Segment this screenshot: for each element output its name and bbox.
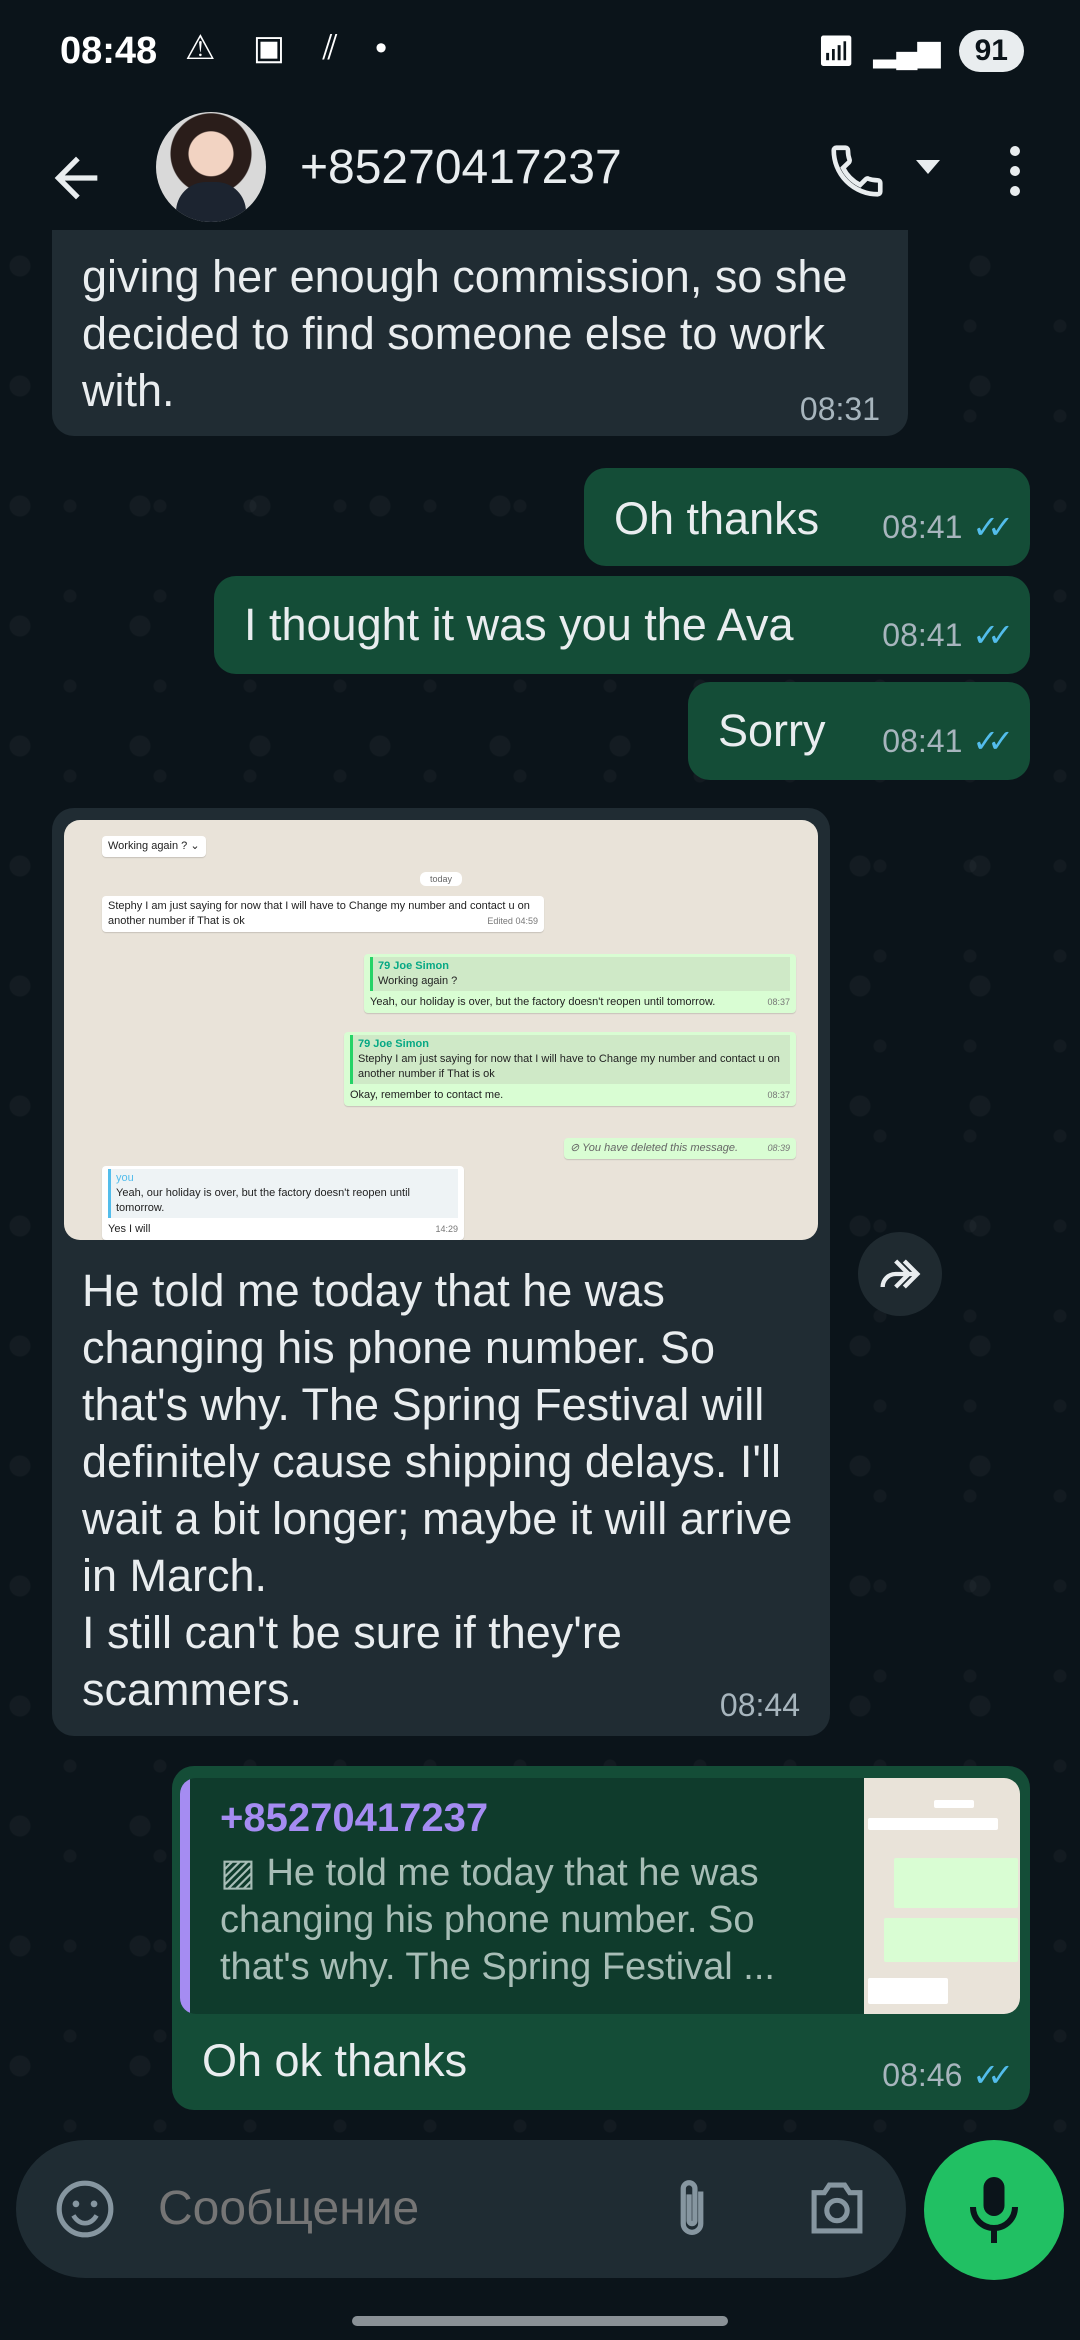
quoted-reply-preview[interactable]: +85270417237 ▨ He told me today that he … xyxy=(180,1778,1020,2014)
message-meta: 08:41 ✓✓ xyxy=(882,508,1014,546)
message-text: I thought it was you the Ava xyxy=(244,599,794,650)
message-text: Oh ok thanks xyxy=(202,2035,468,2086)
outgoing-message[interactable]: Sorry 08:41 ✓✓ xyxy=(688,682,1030,780)
call-dropdown-icon[interactable] xyxy=(916,160,940,174)
status-right: 📶︎ ▂▄▆ 91 xyxy=(817,30,1024,72)
shot-text: Yes I will xyxy=(108,1223,151,1235)
signal-icon: ▂▄▆ xyxy=(873,34,941,68)
message-text: giving her enough commission, so she dec… xyxy=(82,251,848,416)
shot-edited: Edited xyxy=(487,916,513,926)
message-time: 08:46 xyxy=(882,2056,963,2093)
phone-call-icon[interactable] xyxy=(826,138,888,204)
shot-quote-text: Stephy I am just saying for now that I w… xyxy=(358,1053,780,1080)
shot-text: Yeah, our holiday is over, but the facto… xyxy=(370,996,716,1008)
shot-text: You have deleted this message. xyxy=(582,1142,739,1154)
quote-accent-bar xyxy=(180,1778,190,2014)
shot-time: 08:39 xyxy=(767,1143,790,1153)
chat-header: +85270417237 xyxy=(0,110,1080,246)
shot-time: 08:37 xyxy=(767,1090,790,1100)
read-receipt-icon: ✓✓ xyxy=(972,723,1013,759)
paperclip-icon[interactable] xyxy=(670,2174,714,2244)
voice-message-button[interactable] xyxy=(924,2140,1064,2280)
quoted-text-wrap: ▨ He told me today that he was changing … xyxy=(220,1850,820,1991)
message-meta: 08:46 ✓✓ xyxy=(882,2056,1014,2094)
message-input[interactable] xyxy=(156,2180,640,2237)
read-receipt-icon: ✓✓ xyxy=(972,617,1013,653)
battery-level: 91 xyxy=(958,30,1024,72)
shot-incoming-message: you Yeah, our holiday is over, but the fa… xyxy=(102,1166,464,1240)
contact-name[interactable]: +85270417237 xyxy=(300,140,622,195)
more-options-icon[interactable] xyxy=(1000,140,1030,206)
read-receipt-icon: ✓✓ xyxy=(972,509,1013,545)
outgoing-message[interactable]: I thought it was you the Ava 08:41 ✓✓ xyxy=(214,576,1030,674)
message-meta: 08:41 ✓✓ xyxy=(882,616,1014,654)
forward-icon xyxy=(880,1259,921,1289)
incoming-message[interactable]: giving her enough commission, so she dec… xyxy=(52,230,908,436)
forward-button[interactable] xyxy=(858,1232,942,1316)
message-meta: 08:41 ✓✓ xyxy=(882,722,1014,760)
sticker-icon[interactable] xyxy=(54,2178,116,2240)
shot-time: 08:37 xyxy=(767,997,790,1007)
message-time: 08:31 xyxy=(799,391,880,427)
shot-quote-name: 79 Joe Simon xyxy=(358,1038,429,1050)
message-time: 08:41 xyxy=(882,722,963,759)
shot-outgoing-message: 79 Joe Simon Working again ? Yeah, our ho… xyxy=(364,954,796,1013)
quoted-text: He told me today that he was changing hi… xyxy=(220,1852,775,1988)
status-bar: 08:48 ⚠ ▣ ⫽ • 📶︎ ▂▄▆ 91 xyxy=(0,0,1080,110)
message-text: He told me today that he was changing hi… xyxy=(82,1265,793,1715)
message-composer xyxy=(16,2140,906,2278)
message-time: 08:41 xyxy=(882,508,963,545)
shot-reply-header: Working again ? ⌄ xyxy=(102,836,206,857)
home-indicator xyxy=(352,2316,728,2326)
shot-quote-text: Working again ? xyxy=(378,975,458,987)
camera-icon[interactable] xyxy=(806,2180,868,2236)
shot-outgoing-message: 79 Joe Simon Stephy I am just saying for … xyxy=(344,1032,796,1106)
shot-text: Working again ? xyxy=(108,840,188,852)
shot-text: Okay, remember to contact me. xyxy=(350,1089,504,1101)
image-icon: ▨ xyxy=(220,1852,267,1894)
shot-quote-name: you xyxy=(116,1172,134,1184)
shot-time: 14:29 xyxy=(435,1224,458,1234)
notification-icons: ⚠ ▣ ⫽ • xyxy=(185,29,402,67)
message-time: 08:41 xyxy=(882,616,963,653)
message-meta: 08:31 xyxy=(800,391,880,428)
back-arrow-icon[interactable] xyxy=(44,146,108,210)
message-text: Oh thanks xyxy=(614,493,820,544)
shot-incoming-message: Stephy I am just saying for now that I w… xyxy=(102,896,544,932)
quoted-image-thumbnail xyxy=(864,1778,1020,2014)
shot-quote-text: Yeah, our holiday is over, but the facto… xyxy=(116,1187,410,1214)
status-time: 08:48 xyxy=(60,30,158,72)
read-receipt-icon: ✓✓ xyxy=(972,2057,1013,2093)
message-time: 08:44 xyxy=(719,1687,800,1723)
shot-date-pill: today xyxy=(420,872,463,886)
contact-avatar[interactable] xyxy=(156,112,266,222)
shot-text: Stephy I am just saying for now that I w… xyxy=(108,900,530,927)
attached-screenshot-image[interactable]: Working again ? ⌄ today Stephy I am just… xyxy=(64,820,818,1240)
wifi-icon: 📶︎ xyxy=(817,34,856,68)
shot-quote-name: 79 Joe Simon xyxy=(378,960,449,972)
shot-time: 04:59 xyxy=(515,916,538,926)
message-meta: 08:44 xyxy=(720,1687,800,1724)
quoted-sender: +85270417237 xyxy=(220,1796,489,1840)
microphone-icon xyxy=(970,2177,1018,2243)
message-text: Sorry xyxy=(718,705,826,756)
shot-deleted-message: ⊘ You have deleted this message. 08:39 xyxy=(564,1138,796,1159)
outgoing-message[interactable]: Oh thanks 08:41 ✓✓ xyxy=(584,468,1030,566)
